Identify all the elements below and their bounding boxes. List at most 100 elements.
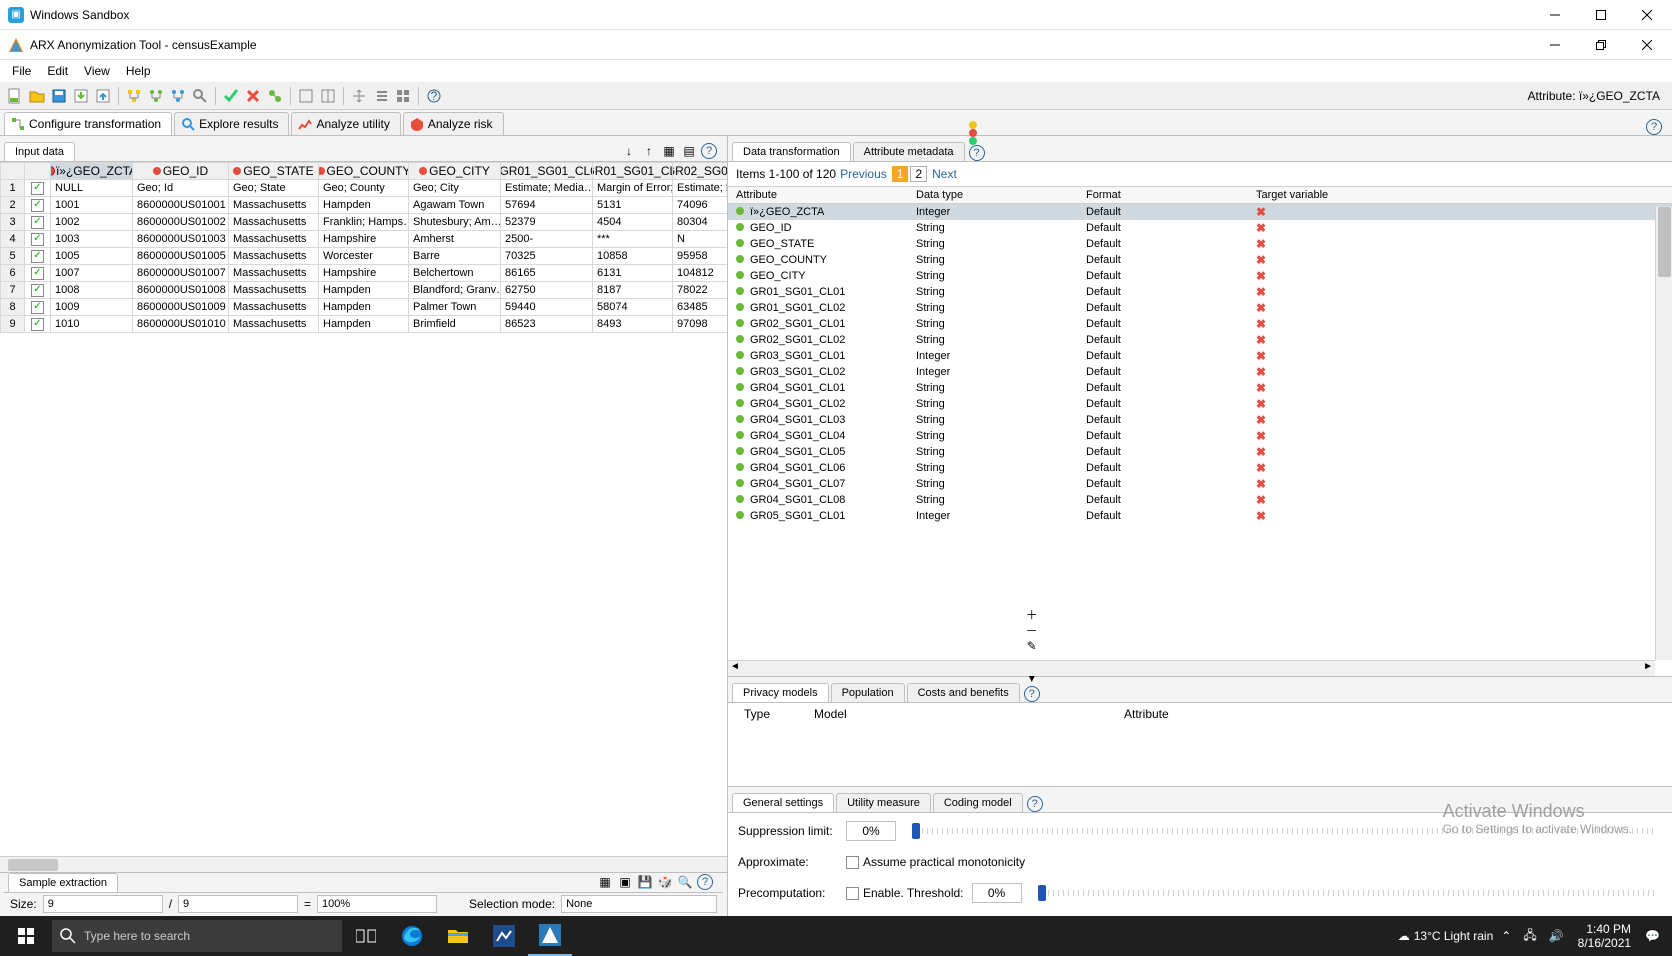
app-minimize-button[interactable] bbox=[1532, 30, 1578, 60]
table-cell[interactable]: 4504 bbox=[593, 214, 673, 231]
tray-chevron-icon[interactable]: ⌃ bbox=[1497, 929, 1515, 943]
col-header-gr02-1[interactable]: GR02_SG01_… bbox=[673, 163, 728, 180]
table-cell[interactable]: Franklin; Hamps… bbox=[319, 214, 409, 231]
row-checkbox[interactable]: ✓ bbox=[25, 299, 51, 316]
assume-monotonicity-checkbox[interactable]: ✓ Assume practical monotonicity bbox=[846, 855, 1025, 869]
attr-row[interactable]: GR04_SG01_CL01StringDefault✖ bbox=[728, 380, 1672, 396]
sample-extraction-tab[interactable]: Sample extraction bbox=[8, 873, 118, 892]
table-cell[interactable]: Brimfield bbox=[409, 316, 501, 333]
table-cell[interactable]: 80304 bbox=[673, 214, 728, 231]
sandbox-maximize-button[interactable] bbox=[1578, 0, 1624, 30]
table-cell[interactable]: 1001 bbox=[51, 197, 133, 214]
table-cell[interactable]: 74096 bbox=[673, 197, 728, 214]
enable-precomp-checkbox[interactable]: ✓ Enable. Threshold: bbox=[846, 886, 964, 900]
sample-disk-icon[interactable]: 💾 bbox=[637, 874, 653, 890]
settings-help-icon[interactable]: ? bbox=[1027, 796, 1043, 812]
table-cell[interactable]: Barre bbox=[409, 248, 501, 265]
layout1-icon[interactable] bbox=[297, 87, 315, 105]
arx-taskbar-icon[interactable] bbox=[528, 916, 572, 956]
table-cell[interactable]: Worcester bbox=[319, 248, 409, 265]
tab-analyze-utility[interactable]: Analyze utility bbox=[291, 112, 400, 135]
size-pct[interactable] bbox=[317, 895, 437, 913]
table-cell[interactable]: 8600000US01003 bbox=[133, 231, 229, 248]
table-cell[interactable]: Massachusetts bbox=[229, 265, 319, 282]
attr-row[interactable]: GR04_SG01_CL04StringDefault✖ bbox=[728, 428, 1672, 444]
table-cell[interactable]: 1008 bbox=[51, 282, 133, 299]
table-cell[interactable]: Hampden bbox=[319, 299, 409, 316]
tab-coding-model[interactable]: Coding model bbox=[933, 793, 1023, 812]
attr-row[interactable]: GR04_SG01_CL05StringDefault✖ bbox=[728, 444, 1672, 460]
attr-row[interactable]: GEO_COUNTYStringDefault✖ bbox=[728, 252, 1672, 268]
pager-page-1[interactable]: 1 bbox=[892, 166, 909, 182]
explorer-icon[interactable] bbox=[436, 916, 480, 956]
task-view-icon[interactable] bbox=[344, 916, 388, 956]
tab-general-settings[interactable]: General settings bbox=[732, 793, 834, 812]
table-cell[interactable]: Margin of Error; … bbox=[593, 180, 673, 197]
table-cell[interactable]: 8493 bbox=[593, 316, 673, 333]
col-header-gr01-1[interactable]: GR01_SG01_CL01 bbox=[501, 163, 593, 180]
sample-all-icon[interactable]: ▦ bbox=[597, 874, 613, 890]
input-help-icon[interactable]: ? bbox=[701, 143, 717, 159]
size-input-1[interactable] bbox=[43, 895, 163, 913]
table-cell[interactable]: Blandford; Granv… bbox=[409, 282, 501, 299]
app-maximize-button[interactable] bbox=[1578, 30, 1624, 60]
attr-row[interactable]: GR02_SG01_CL01StringDefault✖ bbox=[728, 316, 1672, 332]
table-cell[interactable]: 8187 bbox=[593, 282, 673, 299]
table-cell[interactable]: Hampshire bbox=[319, 265, 409, 282]
table-cell[interactable]: 1007 bbox=[51, 265, 133, 282]
table-cell[interactable]: 1009 bbox=[51, 299, 133, 316]
notifications-icon[interactable]: 💬 bbox=[1641, 929, 1664, 943]
table-cell[interactable]: Massachusetts bbox=[229, 299, 319, 316]
new-document-icon[interactable] bbox=[6, 87, 24, 105]
table-cell[interactable]: Geo; Id bbox=[133, 180, 229, 197]
table-cell[interactable]: 78022 bbox=[673, 282, 728, 299]
table-cell[interactable]: Hampden bbox=[319, 197, 409, 214]
tab-analyze-risk[interactable]: Analyze risk bbox=[403, 112, 504, 135]
col-header-gr01-2[interactable]: GR01_SG01_CL02 bbox=[593, 163, 673, 180]
save-document-icon[interactable] bbox=[50, 87, 68, 105]
table-cell[interactable]: 2500- bbox=[501, 231, 593, 248]
sample-query-icon[interactable]: 🔍 bbox=[677, 874, 693, 890]
row-checkbox[interactable]: ✓ bbox=[25, 231, 51, 248]
perspective-help-icon[interactable]: ? bbox=[1646, 119, 1662, 135]
rt-help-icon[interactable]: ? bbox=[969, 145, 985, 161]
sample-select-icon[interactable]: ▣ bbox=[617, 874, 633, 890]
row-checkbox[interactable]: ✓ bbox=[25, 180, 51, 197]
input-data-tab[interactable]: Input data bbox=[4, 142, 75, 161]
col-header-geo-id[interactable]: GEO_ID bbox=[133, 163, 229, 180]
table-cell[interactable]: 97098 bbox=[673, 316, 728, 333]
sort-down-icon[interactable]: ↓ bbox=[621, 143, 637, 159]
menu-edit[interactable]: Edit bbox=[39, 62, 76, 80]
table-cell[interactable]: Estimate; Me bbox=[673, 180, 728, 197]
table-cell[interactable]: 57694 bbox=[501, 197, 593, 214]
table-cell[interactable]: 63485 bbox=[673, 299, 728, 316]
tab-attribute-metadata[interactable]: Attribute metadata bbox=[853, 142, 965, 161]
attr-row[interactable]: GR04_SG01_CL08StringDefault✖ bbox=[728, 492, 1672, 508]
table-cell[interactable]: 1003 bbox=[51, 231, 133, 248]
row-checkbox[interactable]: ✓ bbox=[25, 282, 51, 299]
table-cell[interactable]: 59440 bbox=[501, 299, 593, 316]
table-cell[interactable]: 58074 bbox=[593, 299, 673, 316]
pager-next[interactable]: Next bbox=[928, 166, 961, 182]
table-cell[interactable]: 6131 bbox=[593, 265, 673, 282]
pager-page-2[interactable]: 2 bbox=[910, 166, 927, 182]
attr-row[interactable]: ï»¿GEO_ZCTAIntegerDefault✖ bbox=[728, 204, 1672, 221]
weather-icon[interactable]: ☁ 13°C Light rain bbox=[1398, 929, 1494, 943]
attr-col-target[interactable]: Target variable bbox=[1248, 187, 1672, 204]
open-document-icon[interactable] bbox=[28, 87, 46, 105]
table-cell[interactable]: 1005 bbox=[51, 248, 133, 265]
sandbox-minimize-button[interactable] bbox=[1532, 0, 1578, 30]
tab-explore-results[interactable]: Explore results bbox=[174, 112, 289, 135]
col-header-geo-city[interactable]: GEO_CITY bbox=[409, 163, 501, 180]
table-cell[interactable]: *** bbox=[593, 231, 673, 248]
row-checkbox[interactable]: ✓ bbox=[25, 248, 51, 265]
input-hscrollbar[interactable] bbox=[0, 856, 727, 872]
view-groups-icon[interactable]: ▤ bbox=[681, 143, 697, 159]
app-close-button[interactable] bbox=[1624, 30, 1670, 60]
sample-dice-icon[interactable]: 🎲 bbox=[657, 874, 673, 890]
tab-privacy-models[interactable]: Privacy models bbox=[732, 683, 829, 702]
attr-row[interactable]: GEO_IDStringDefault✖ bbox=[728, 220, 1672, 236]
table-cell[interactable]: Massachusetts bbox=[229, 197, 319, 214]
taskbar-search[interactable]: Type here to search bbox=[52, 920, 342, 952]
table-cell[interactable]: Massachusetts bbox=[229, 282, 319, 299]
